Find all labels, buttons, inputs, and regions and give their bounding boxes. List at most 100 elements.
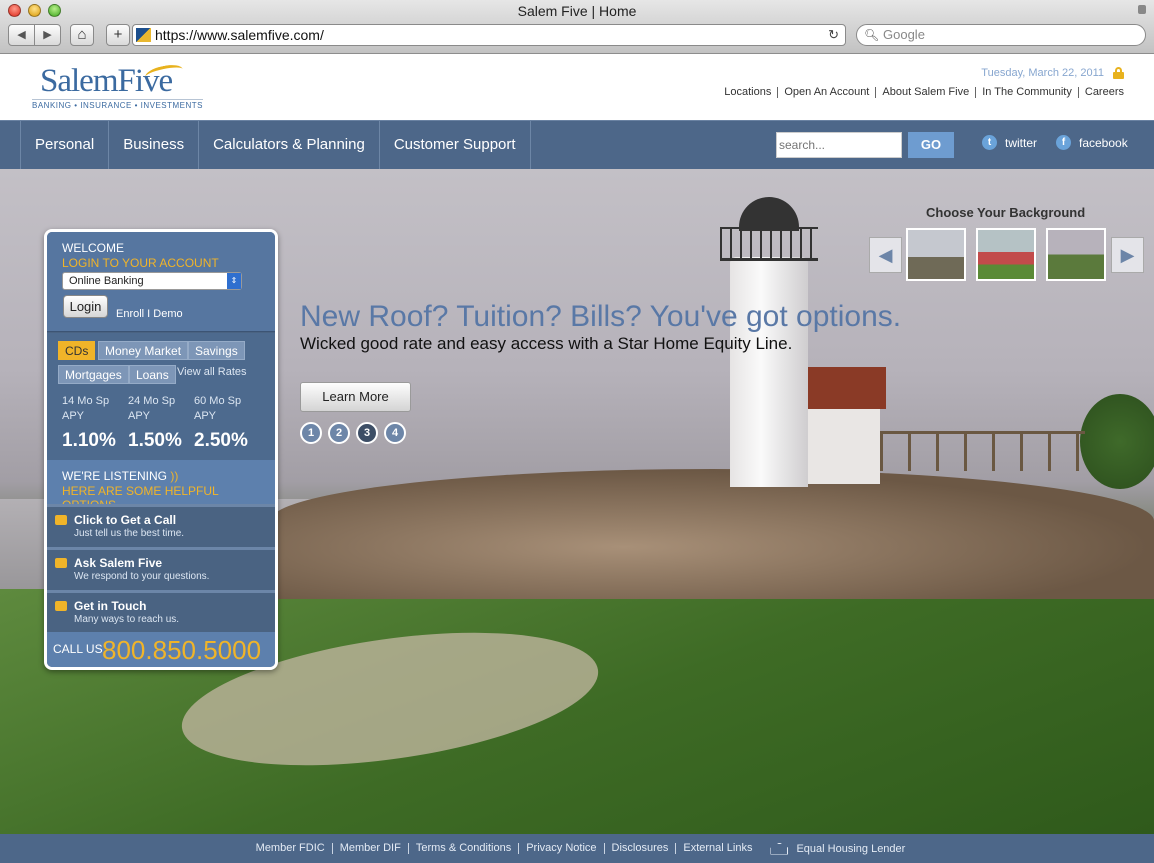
site-footer: Member FDIC Member DIF Terms & Condition…: [0, 834, 1154, 863]
address-bar[interactable]: https://www.salemfive.com/ ↻: [132, 24, 846, 46]
promo-subline: Wicked good rate and easy access with a …: [300, 334, 793, 353]
pager-dot-3[interactable]: 3: [356, 422, 378, 444]
background-thumb-2[interactable]: [976, 228, 1036, 281]
promo-pager: 1 2 3 4: [300, 422, 412, 444]
home-icon: ⌂: [77, 26, 87, 43]
add-bookmark-button[interactable]: +: [106, 24, 130, 46]
reload-icon[interactable]: ↻: [828, 25, 839, 45]
window-title: Salem Five | Home: [517, 3, 637, 19]
promo-headline: New Roof? Tuition? Bills? You've got opt…: [300, 300, 902, 333]
tab-cds[interactable]: CDs: [58, 341, 96, 360]
login-button[interactable]: Login: [63, 295, 108, 318]
option-title: Get in Touch: [74, 599, 147, 613]
listening-title-text: WE'RE LISTENING: [62, 469, 167, 483]
forward-arrow-icon[interactable]: ▶: [35, 25, 60, 45]
rate-term-label: 24 Mo Sp: [128, 395, 176, 407]
twitter-label: twitter: [1005, 135, 1038, 150]
facebook-link[interactable]: f facebook: [1056, 135, 1128, 150]
background-thumb-3[interactable]: [1046, 228, 1106, 281]
lighthouse: [730, 257, 808, 487]
twitter-icon: t: [982, 135, 997, 150]
equal-housing-icon: [770, 842, 789, 855]
footer-disclosures[interactable]: Disclosures: [603, 843, 676, 854]
tab-money-market[interactable]: Money Market: [98, 341, 189, 360]
ask-salem-five-option[interactable]: Ask Salem Five We respond to your questi…: [47, 547, 275, 590]
footer-member-dif[interactable]: Member DIF: [331, 843, 408, 854]
footer-privacy[interactable]: Privacy Notice: [518, 843, 603, 854]
rate-term-label: 14 Mo Sp: [62, 395, 110, 407]
envelope-icon: [55, 601, 67, 611]
footer-member-fdic[interactable]: Member FDIC: [249, 843, 332, 854]
listening-banner: WE'RE LISTENING )) HERE ARE SOME HELPFUL…: [47, 460, 275, 512]
utility-links: Locations Open An Account About Salem Fi…: [718, 87, 1124, 98]
next-background-button[interactable]: ▶: [1111, 237, 1144, 273]
rate-unit-label: APY: [62, 410, 85, 422]
login-heading: LOGIN TO YOUR ACCOUNT: [62, 256, 219, 270]
site-search-input[interactable]: [776, 132, 902, 158]
tab-savings[interactable]: Savings: [188, 341, 245, 360]
search-go-button[interactable]: GO: [908, 132, 954, 158]
enroll-demo-link[interactable]: Enroll I Demo: [116, 308, 183, 320]
rate-unit-label: APY: [194, 410, 217, 422]
pager-dot-2[interactable]: 2: [328, 422, 350, 444]
tab-mortgages[interactable]: Mortgages: [58, 365, 129, 384]
rate-value-3: 2.50%: [194, 430, 248, 451]
phone-icon: [55, 515, 67, 525]
nav-business[interactable]: Business: [108, 121, 198, 169]
current-date: Tuesday, March 22, 2011: [981, 67, 1104, 79]
choose-background-title: Choose Your Background: [926, 205, 1086, 220]
account-widget: WELCOME LOGIN TO YOUR ACCOUNT Online Ban…: [44, 229, 278, 670]
get-call-option[interactable]: Click to Get a Call Just tell us the bes…: [47, 504, 275, 547]
select-arrows-icon: ⇕: [227, 273, 241, 289]
link-locations[interactable]: Locations: [718, 87, 777, 98]
account-type-value: Online Banking: [69, 275, 144, 287]
lock-icon: [1138, 5, 1146, 14]
history-nav: ◀ ▶: [8, 24, 61, 46]
account-type-select[interactable]: Online Banking ⇕: [62, 272, 242, 290]
salem-five-logo[interactable]: SalemFive BANKING • INSURANCE • INVESTME…: [32, 62, 204, 110]
call-us-label: CALL US: [53, 642, 103, 656]
welcome-label: WELCOME: [62, 241, 125, 255]
pager-dot-4[interactable]: 4: [384, 422, 406, 444]
nav-customer-support[interactable]: Customer Support: [378, 121, 531, 169]
link-careers[interactable]: Careers: [1077, 87, 1124, 98]
nav-personal[interactable]: Personal: [20, 121, 108, 169]
option-desc: We respond to your questions.: [74, 571, 210, 582]
facebook-label: facebook: [1079, 135, 1128, 150]
left-arrow-icon: ◀: [878, 245, 893, 265]
learn-more-button[interactable]: Learn More: [300, 382, 411, 412]
view-all-rates-link[interactable]: View all Rates: [177, 366, 247, 378]
equal-housing-lender[interactable]: Equal Housing Lender: [796, 843, 905, 855]
footer-terms[interactable]: Terms & Conditions: [407, 843, 518, 854]
background-thumb-1[interactable]: [906, 228, 966, 281]
facebook-icon: f: [1056, 135, 1071, 150]
link-about[interactable]: About Salem Five: [875, 87, 975, 98]
browser-chrome: Salem Five | Home ◀ ▶ ⌂ + https://www.sa…: [0, 0, 1154, 54]
option-title: Ask Salem Five: [74, 556, 163, 570]
nav-calculators[interactable]: Calculators & Planning: [198, 121, 379, 169]
footer-external-links[interactable]: External Links: [675, 843, 759, 854]
rate-term-1: 14 Mo Sp APY: [62, 394, 109, 424]
home-button[interactable]: ⌂: [70, 24, 94, 46]
link-community[interactable]: In The Community: [975, 87, 1078, 98]
prev-background-button[interactable]: ◀: [869, 237, 902, 273]
get-in-touch-option[interactable]: Get in Touch Many ways to reach us.: [47, 590, 275, 633]
right-arrow-icon: ▶: [1120, 245, 1135, 265]
link-open-account[interactable]: Open An Account: [777, 87, 875, 98]
rate-term-2: 24 Mo Sp APY: [128, 394, 175, 424]
rate-value-2: 1.50%: [128, 430, 182, 451]
site-header: SalemFive BANKING • INSURANCE • INVESTME…: [0, 54, 1154, 120]
rate-term-label: 60 Mo Sp: [194, 395, 242, 407]
call-us-bar: CALL US 800.850.5000: [47, 632, 275, 667]
browser-search-placeholder: Google: [883, 27, 925, 42]
browser-search-field[interactable]: 🔍︎ Google: [856, 24, 1146, 46]
back-arrow-icon[interactable]: ◀: [9, 25, 35, 45]
phone-number[interactable]: 800.850.5000: [102, 635, 261, 666]
tab-loans[interactable]: Loans: [129, 365, 176, 384]
pager-dot-1[interactable]: 1: [300, 422, 322, 444]
twitter-link[interactable]: t twitter: [982, 135, 1037, 150]
option-desc: Many ways to reach us.: [74, 614, 180, 625]
pencil-icon: [55, 558, 67, 568]
login-panel: WELCOME LOGIN TO YOUR ACCOUNT Online Ban…: [47, 232, 275, 332]
plus-icon: +: [113, 26, 123, 43]
